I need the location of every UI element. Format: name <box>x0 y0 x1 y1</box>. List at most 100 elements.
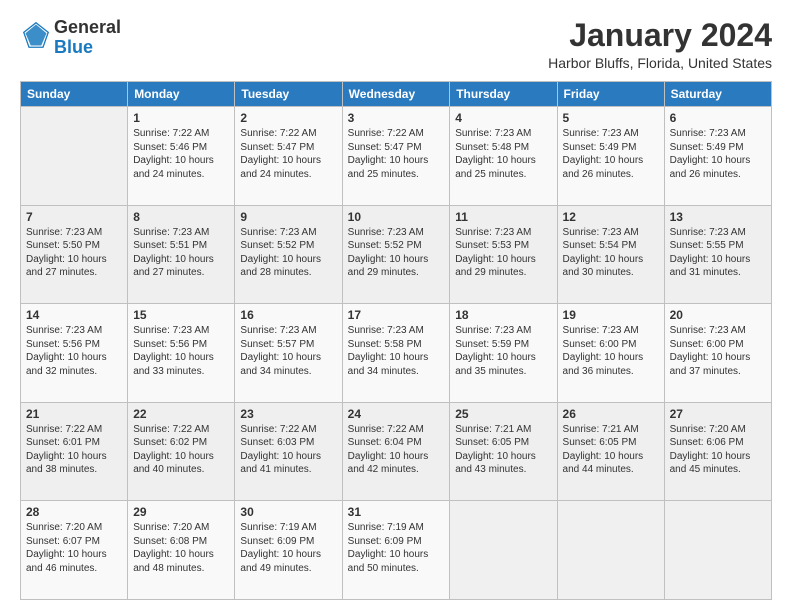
day-number: 30 <box>240 505 336 519</box>
day-info: Sunrise: 7:23 AM Sunset: 5:56 PM Dayligh… <box>133 324 229 378</box>
calendar-cell <box>21 107 128 206</box>
day-info: Sunrise: 7:19 AM Sunset: 6:09 PM Dayligh… <box>348 521 445 575</box>
day-info: Sunrise: 7:22 AM Sunset: 6:02 PM Dayligh… <box>133 423 229 477</box>
day-info: Sunrise: 7:23 AM Sunset: 5:55 PM Dayligh… <box>670 226 766 280</box>
calendar-cell: 19 Sunrise: 7:23 AM Sunset: 6:00 PM Dayli… <box>557 304 664 403</box>
calendar-cell: 27Sunrise: 7:20 AM Sunset: 6:06 PM Dayli… <box>664 402 771 501</box>
calendar-table: SundayMondayTuesdayWednesdayThursdayFrid… <box>20 81 772 600</box>
day-info: Sunrise: 7:22 AM Sunset: 6:01 PM Dayligh… <box>26 423 122 477</box>
day-number: 16 <box>240 308 336 322</box>
calendar-cell: 1 Sunrise: 7:22 AM Sunset: 5:46 PM Daylig… <box>128 107 235 206</box>
day-number: 5 <box>563 111 659 125</box>
day-number: 18 <box>455 308 551 322</box>
day-number: 14 <box>26 308 122 322</box>
day-number: 29 <box>133 505 229 519</box>
calendar-day-header: Monday <box>128 82 235 107</box>
day-info: Sunrise: 7:21 AM Sunset: 6:05 PM Dayligh… <box>455 423 551 477</box>
calendar-cell: 23 Sunrise: 7:22 AM Sunset: 6:03 PM Dayli… <box>235 402 342 501</box>
title-area: January 2024 Harbor Bluffs, Florida, Uni… <box>548 18 772 71</box>
logo-general-text: General <box>54 17 121 37</box>
day-info: Sunrise: 7:23 AM Sunset: 5:51 PM Dayligh… <box>133 226 229 280</box>
day-number: 24 <box>348 407 445 421</box>
logo-blue-text: Blue <box>54 37 93 57</box>
calendar-cell <box>450 501 557 600</box>
day-info: Sunrise: 7:22 AM Sunset: 5:46 PM Dayligh… <box>133 127 229 181</box>
calendar-week-row: 21 Sunrise: 7:22 AM Sunset: 6:01 PM Dayli… <box>21 402 772 501</box>
calendar-cell: 4Sunrise: 7:23 AM Sunset: 5:48 PM Daylig… <box>450 107 557 206</box>
calendar-cell: 7Sunrise: 7:23 AM Sunset: 5:50 PM Daylig… <box>21 205 128 304</box>
day-info: Sunrise: 7:22 AM Sunset: 6:03 PM Dayligh… <box>240 423 336 477</box>
calendar-week-row: 7Sunrise: 7:23 AM Sunset: 5:50 PM Daylig… <box>21 205 772 304</box>
day-info: Sunrise: 7:23 AM Sunset: 5:58 PM Dayligh… <box>348 324 445 378</box>
calendar-cell: 20 Sunrise: 7:23 AM Sunset: 6:00 PM Dayli… <box>664 304 771 403</box>
calendar-cell: 12 Sunrise: 7:23 AM Sunset: 5:54 PM Dayli… <box>557 205 664 304</box>
day-number: 12 <box>563 210 659 224</box>
calendar-cell <box>664 501 771 600</box>
calendar-cell: 11 Sunrise: 7:23 AM Sunset: 5:53 PM Dayli… <box>450 205 557 304</box>
day-number: 2 <box>240 111 336 125</box>
calendar-cell <box>557 501 664 600</box>
day-info: Sunrise: 7:23 AM Sunset: 5:53 PM Dayligh… <box>455 226 551 280</box>
day-info: Sunrise: 7:23 AM Sunset: 5:49 PM Dayligh… <box>563 127 659 181</box>
day-number: 9 <box>240 210 336 224</box>
day-number: 15 <box>133 308 229 322</box>
calendar-cell: 29 Sunrise: 7:20 AM Sunset: 6:08 PM Dayli… <box>128 501 235 600</box>
calendar-week-row: 28 Sunrise: 7:20 AM Sunset: 6:07 PM Dayli… <box>21 501 772 600</box>
day-number: 1 <box>133 111 229 125</box>
calendar-cell: 28 Sunrise: 7:20 AM Sunset: 6:07 PM Dayli… <box>21 501 128 600</box>
day-info: Sunrise: 7:23 AM Sunset: 5:57 PM Dayligh… <box>240 324 336 378</box>
day-info: Sunrise: 7:23 AM Sunset: 6:00 PM Dayligh… <box>670 324 766 378</box>
calendar-cell: 9 Sunrise: 7:23 AM Sunset: 5:52 PM Daylig… <box>235 205 342 304</box>
day-info: Sunrise: 7:23 AM Sunset: 5:59 PM Dayligh… <box>455 324 551 378</box>
calendar-week-row: 1 Sunrise: 7:22 AM Sunset: 5:46 PM Daylig… <box>21 107 772 206</box>
calendar-cell: 8 Sunrise: 7:23 AM Sunset: 5:51 PM Daylig… <box>128 205 235 304</box>
calendar-cell: 6Sunrise: 7:23 AM Sunset: 5:49 PM Daylig… <box>664 107 771 206</box>
day-info: Sunrise: 7:23 AM Sunset: 5:56 PM Dayligh… <box>26 324 122 378</box>
calendar-cell: 3Sunrise: 7:22 AM Sunset: 5:47 PM Daylig… <box>342 107 450 206</box>
day-info: Sunrise: 7:20 AM Sunset: 6:08 PM Dayligh… <box>133 521 229 575</box>
calendar-cell: 31Sunrise: 7:19 AM Sunset: 6:09 PM Dayli… <box>342 501 450 600</box>
day-info: Sunrise: 7:22 AM Sunset: 6:04 PM Dayligh… <box>348 423 445 477</box>
day-info: Sunrise: 7:19 AM Sunset: 6:09 PM Dayligh… <box>240 521 336 575</box>
calendar-cell: 18 Sunrise: 7:23 AM Sunset: 5:59 PM Dayli… <box>450 304 557 403</box>
day-info: Sunrise: 7:22 AM Sunset: 5:47 PM Dayligh… <box>348 127 445 181</box>
calendar-cell: 26Sunrise: 7:21 AM Sunset: 6:05 PM Dayli… <box>557 402 664 501</box>
day-number: 10 <box>348 210 445 224</box>
calendar-cell: 22Sunrise: 7:22 AM Sunset: 6:02 PM Dayli… <box>128 402 235 501</box>
calendar-day-header: Friday <box>557 82 664 107</box>
day-number: 6 <box>670 111 766 125</box>
calendar-cell: 13Sunrise: 7:23 AM Sunset: 5:55 PM Dayli… <box>664 205 771 304</box>
calendar-cell: 2Sunrise: 7:22 AM Sunset: 5:47 PM Daylig… <box>235 107 342 206</box>
day-number: 7 <box>26 210 122 224</box>
day-info: Sunrise: 7:20 AM Sunset: 6:07 PM Dayligh… <box>26 521 122 575</box>
day-number: 27 <box>670 407 766 421</box>
day-info: Sunrise: 7:23 AM Sunset: 5:54 PM Dayligh… <box>563 226 659 280</box>
calendar-cell: 25 Sunrise: 7:21 AM Sunset: 6:05 PM Dayli… <box>450 402 557 501</box>
calendar-day-header: Sunday <box>21 82 128 107</box>
day-number: 28 <box>26 505 122 519</box>
day-info: Sunrise: 7:23 AM Sunset: 5:52 PM Dayligh… <box>240 226 336 280</box>
day-number: 8 <box>133 210 229 224</box>
calendar-cell: 21 Sunrise: 7:22 AM Sunset: 6:01 PM Dayli… <box>21 402 128 501</box>
day-number: 17 <box>348 308 445 322</box>
calendar-cell: 17 Sunrise: 7:23 AM Sunset: 5:58 PM Dayli… <box>342 304 450 403</box>
day-info: Sunrise: 7:23 AM Sunset: 6:00 PM Dayligh… <box>563 324 659 378</box>
calendar-day-header: Thursday <box>450 82 557 107</box>
day-info: Sunrise: 7:23 AM Sunset: 5:52 PM Dayligh… <box>348 226 445 280</box>
calendar-cell: 16 Sunrise: 7:23 AM Sunset: 5:57 PM Dayli… <box>235 304 342 403</box>
calendar-day-header: Saturday <box>664 82 771 107</box>
day-number: 20 <box>670 308 766 322</box>
month-title: January 2024 <box>548 18 772 53</box>
day-number: 25 <box>455 407 551 421</box>
day-number: 21 <box>26 407 122 421</box>
calendar-cell: 24 Sunrise: 7:22 AM Sunset: 6:04 PM Dayli… <box>342 402 450 501</box>
calendar-cell: 10 Sunrise: 7:23 AM Sunset: 5:52 PM Dayli… <box>342 205 450 304</box>
calendar-header-row: SundayMondayTuesdayWednesdayThursdayFrid… <box>21 82 772 107</box>
day-number: 19 <box>563 308 659 322</box>
day-number: 23 <box>240 407 336 421</box>
calendar-cell: 15 Sunrise: 7:23 AM Sunset: 5:56 PM Dayli… <box>128 304 235 403</box>
calendar-cell: 30 Sunrise: 7:19 AM Sunset: 6:09 PM Dayli… <box>235 501 342 600</box>
calendar-cell: 5 Sunrise: 7:23 AM Sunset: 5:49 PM Daylig… <box>557 107 664 206</box>
day-number: 11 <box>455 210 551 224</box>
calendar-cell: 14 Sunrise: 7:23 AM Sunset: 5:56 PM Dayli… <box>21 304 128 403</box>
